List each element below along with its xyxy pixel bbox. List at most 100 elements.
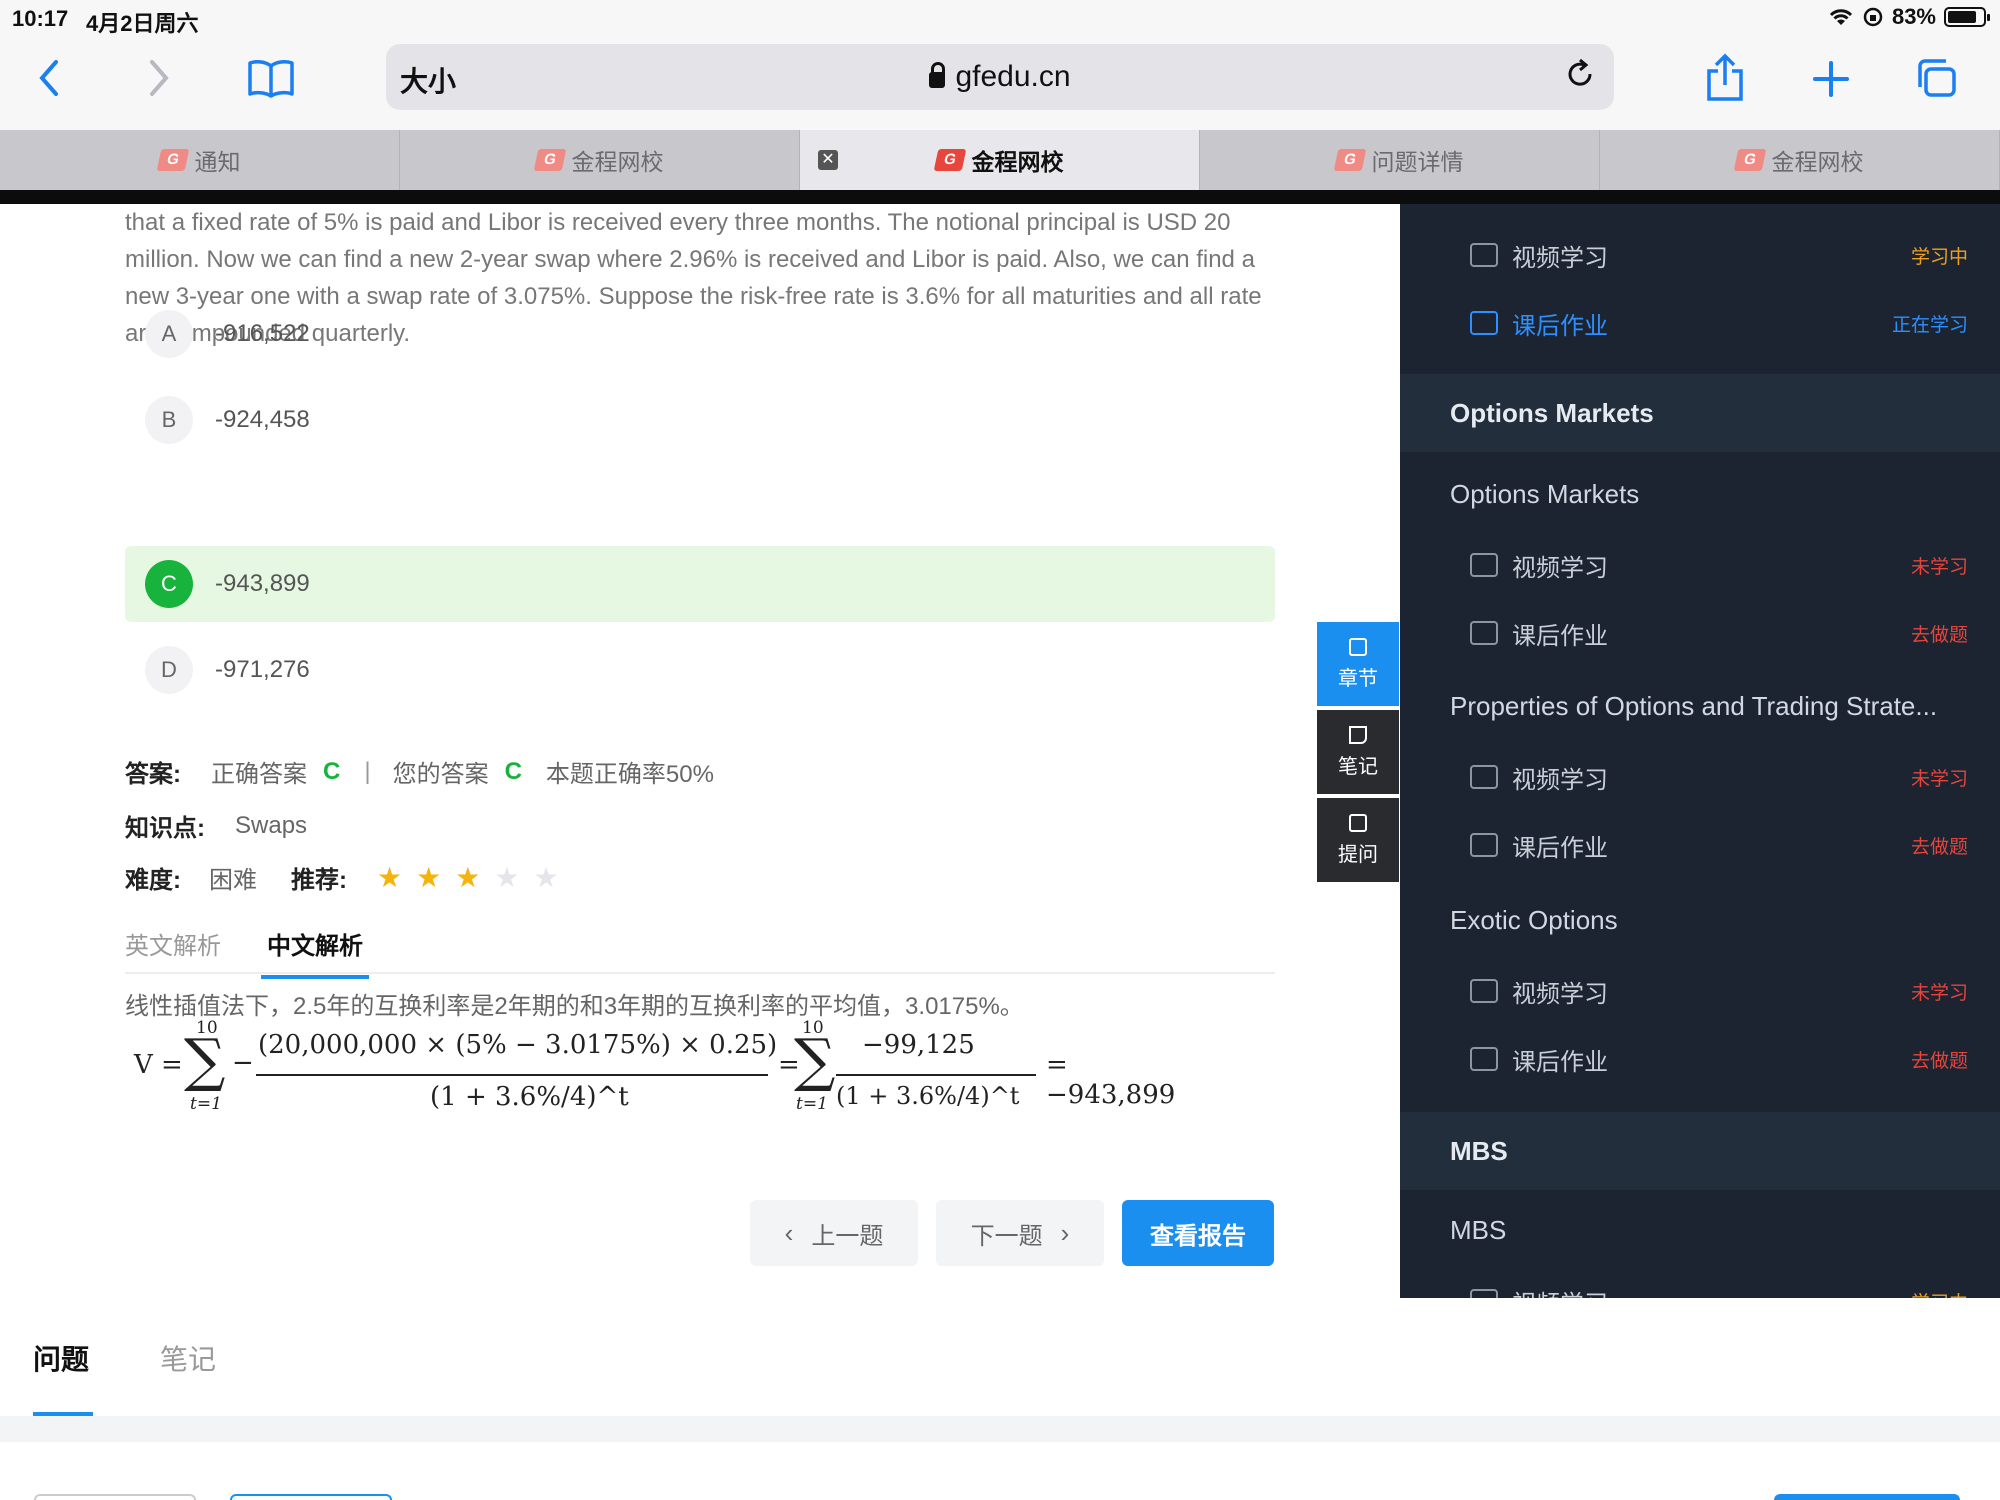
chat-icon xyxy=(1349,813,1367,832)
address-bar[interactable]: 大小 gfedu.cn xyxy=(386,44,1614,110)
panel-item-homework[interactable]: 课后作业 去做题 xyxy=(1400,1026,2000,1092)
panel-item-homework[interactable]: 课后作业 去做题 xyxy=(1400,812,2000,878)
close-tab-icon[interactable]: ✕ xyxy=(818,150,838,170)
share-icon xyxy=(1707,53,1743,101)
ask-button[interactable]: 提问 xyxy=(1317,798,1399,882)
option-a[interactable]: A -916,522 xyxy=(125,296,1275,372)
difficulty-value: 困难 xyxy=(209,867,257,894)
play-icon xyxy=(1470,979,1498,1003)
tab-question-detail[interactable]: G 问题详情 xyxy=(1200,130,1600,190)
item-label: 课后作业 xyxy=(1512,312,1608,340)
battery-fill xyxy=(1948,11,1977,23)
tab-english-analysis[interactable]: 英文解析 xyxy=(125,926,221,961)
tab-chinese-analysis[interactable]: 中文解析 xyxy=(261,926,369,979)
formula-result: = −943,899 xyxy=(1046,1050,1176,1110)
play-icon xyxy=(1470,1289,1498,1298)
forward-button[interactable] xyxy=(140,56,180,100)
panel-item-homework-active[interactable]: 课后作业 正在学习 xyxy=(1400,290,2000,356)
star-filled-icon: ★ xyxy=(416,862,442,893)
page-top-bar xyxy=(0,190,2000,204)
option-c[interactable]: C -943,899 xyxy=(125,546,1275,622)
option-value: -971,276 xyxy=(215,656,310,683)
panel-item-video[interactable]: 视频学习 学习中 xyxy=(1400,1268,2000,1298)
status-right: 83% xyxy=(1828,4,1990,30)
answer-separator: | xyxy=(364,757,371,785)
item-label: 视频学习 xyxy=(1512,1284,1608,1299)
calendar-icon xyxy=(1470,621,1498,645)
panel-item-video[interactable]: 视频学习 未学习 xyxy=(1400,532,2000,598)
chapter-mbs[interactable]: MBS xyxy=(1400,1194,2000,1266)
tab-overview-button[interactable] xyxy=(1912,54,1960,102)
panel-item-homework[interactable]: 课后作业 去做题 xyxy=(1400,600,2000,666)
bottom-divider xyxy=(0,1416,2000,1442)
section-mbs[interactable]: MBS xyxy=(1400,1112,2000,1190)
prev-question-button[interactable]: ‹ 上一题 xyxy=(750,1200,918,1266)
prev-label: 上一题 xyxy=(811,1222,884,1250)
new-tab-button[interactable] xyxy=(1808,56,1854,102)
panel-item-video[interactable]: 视频学习 未学习 xyxy=(1400,958,2000,1024)
chevron-right-icon xyxy=(150,60,169,96)
panel-item-video[interactable]: 视频学习 未学习 xyxy=(1400,744,2000,810)
orientation-lock-icon xyxy=(1863,7,1883,27)
view-report-button[interactable]: 查看报告 xyxy=(1122,1200,1274,1266)
tab-jincheng-1[interactable]: G 金程网校 xyxy=(400,130,800,190)
option-value: -916,522 xyxy=(215,320,310,347)
analysis-tabs: 英文解析 中文解析 xyxy=(125,916,1275,979)
share-button[interactable] xyxy=(1700,50,1750,106)
wifi-icon xyxy=(1829,9,1853,25)
option-d[interactable]: D -971,276 xyxy=(125,632,1275,708)
tab-jincheng-active[interactable]: ✕ G 金程网校 xyxy=(800,130,1200,190)
lock-icon xyxy=(929,62,946,88)
bookmarks-button[interactable] xyxy=(245,54,297,102)
browser-tabs: G 通知 G 金程网校 ✕ G 金程网校 G 问题详情 G 金程网校 xyxy=(0,130,2000,190)
recommend-label: 推荐: xyxy=(291,867,347,894)
fraction-bar-1 xyxy=(256,1074,768,1076)
difficulty-label: 难度: xyxy=(125,867,181,894)
star-empty-icon: ★ xyxy=(533,862,559,893)
back-button[interactable] xyxy=(28,56,68,100)
item-label: 课后作业 xyxy=(1512,622,1608,650)
tab-jincheng-2[interactable]: G 金程网校 xyxy=(1600,130,2000,190)
tab-questions[interactable]: 问题 xyxy=(33,1338,89,1378)
answer-row: 答案: 正确答案 C | 您的答案 C 本题正确率50% xyxy=(125,754,714,789)
answer-label: 答案: xyxy=(125,761,181,788)
formula-lhs: V = xyxy=(134,1050,183,1080)
tab-label: 问题详情 xyxy=(1371,149,1464,175)
correct-answer-label: 正确答案 xyxy=(211,761,307,788)
item-status: 未学习 xyxy=(1910,768,1968,790)
correct-answer-value: C xyxy=(323,757,341,785)
play-icon xyxy=(1470,553,1498,577)
chevron-left-icon: ‹ xyxy=(784,1217,794,1248)
status-bar: 10:17 4月2日周六 83% xyxy=(0,0,2000,38)
notes-button[interactable]: 笔记 xyxy=(1317,710,1399,794)
panel-item-video[interactable]: 视频学习 学习中 xyxy=(1400,222,2000,288)
star-filled-icon: ★ xyxy=(455,862,481,893)
filter-button-active-partial[interactable] xyxy=(230,1494,392,1500)
gf-logo-icon: G xyxy=(933,149,966,171)
section-options-markets[interactable]: Options Markets xyxy=(1400,374,2000,452)
sum-lower-2: t=1 xyxy=(796,1094,828,1114)
star-filled-icon: ★ xyxy=(377,862,403,893)
item-label: 视频学习 xyxy=(1512,554,1608,582)
option-b[interactable]: B -924,458 xyxy=(125,382,1275,458)
item-label: 视频学习 xyxy=(1512,980,1608,1008)
tab-label: 通知 xyxy=(194,149,241,175)
option-letter: C xyxy=(145,560,193,608)
chapter-properties-of-options[interactable]: Properties of Options and Trading Strate… xyxy=(1400,670,2000,742)
filter-button-partial[interactable] xyxy=(34,1494,196,1500)
chapter-exotic-options[interactable]: Exotic Options xyxy=(1400,884,2000,956)
ask-question-button-partial[interactable] xyxy=(1774,1494,1960,1500)
item-status: 学习中 xyxy=(1911,1288,1968,1299)
your-answer-value: C xyxy=(504,757,522,785)
reload-button[interactable] xyxy=(1562,56,1598,97)
battery-percent: 83% xyxy=(1891,4,1936,29)
chapter-button[interactable]: 章节 xyxy=(1317,622,1399,706)
option-letter: B xyxy=(145,396,193,444)
ask-label: 提问 xyxy=(1338,843,1378,866)
next-question-button[interactable]: 下一题 › xyxy=(936,1200,1104,1266)
tab-notice[interactable]: G 通知 xyxy=(0,130,400,190)
chapter-label: 章节 xyxy=(1338,667,1378,690)
tab-notes[interactable]: 笔记 xyxy=(160,1338,216,1378)
chapter-options-markets[interactable]: Options Markets xyxy=(1400,458,2000,530)
status-time: 10:17 xyxy=(12,6,69,31)
